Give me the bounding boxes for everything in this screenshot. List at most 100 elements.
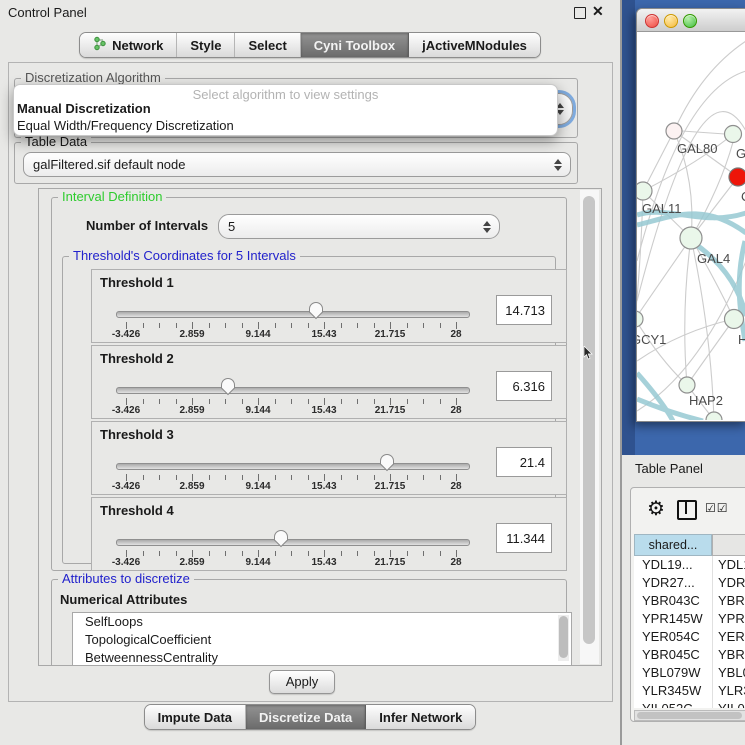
slider-tick [456, 550, 457, 557]
node-gal4[interactable] [680, 227, 702, 249]
slider-tick [242, 399, 243, 404]
network-canvas[interactable]: GAL80 GA C GAL11 GAL4 GCY1 H HAP2 [637, 32, 745, 420]
slider-tick [291, 475, 292, 480]
horizontal-scrollbar-thumb[interactable] [637, 712, 742, 719]
dropdown-option-manual[interactable]: Manual Discretization [17, 101, 151, 116]
slider-tick [275, 323, 276, 328]
gear-icon[interactable]: ⚙ [647, 496, 665, 521]
tab-select[interactable]: Select [235, 33, 300, 57]
slider-tick [324, 474, 325, 481]
slider-thumb[interactable] [220, 377, 236, 396]
threshold-2-slider [126, 377, 456, 399]
threshold-coordinates-group: Threshold's Coordinates for 5 Intervals … [62, 256, 556, 564]
close-icon[interactable]: ✕ [592, 3, 604, 20]
node-red[interactable] [729, 168, 745, 186]
threshold-2-value-field[interactable]: 6.316 [496, 371, 552, 401]
checkbox-columns-icon[interactable]: ☑☑ [705, 501, 729, 515]
number-of-intervals-label: Number of Intervals [86, 218, 208, 233]
table-row[interactable]: YDR27...YDR2 [634, 574, 745, 592]
zoom-traffic-light-icon[interactable] [683, 14, 697, 28]
tab-style[interactable]: Style [177, 33, 235, 57]
cell-shared-name: YDR27... [642, 574, 695, 592]
table-row[interactable]: YBL079WYBL0 [634, 664, 745, 682]
attribute-list-item[interactable]: TopologicalCoefficient [73, 631, 571, 649]
threshold-4-panel: Threshold 4 -3.4262.8599.14415.4321.7152… [91, 497, 567, 571]
slider-thumb[interactable] [273, 529, 289, 548]
attribute-list-item[interactable]: SelfLoops [73, 613, 571, 631]
slider-tick [192, 322, 193, 329]
tab-infer-label: Infer Network [379, 710, 462, 725]
table-row[interactable]: YBR045CYBR0 [634, 646, 745, 664]
number-of-intervals-combobox[interactable]: 5 [218, 214, 500, 239]
slider-tick [423, 323, 424, 328]
network-icon [93, 36, 106, 54]
slider-tick [258, 398, 259, 405]
tab-jactive-label: jActiveMNodules [422, 38, 527, 53]
column-header-name[interactable]: na [712, 534, 745, 556]
panel-scrollbar-track[interactable] [580, 190, 599, 664]
slider-thumb[interactable] [379, 453, 395, 472]
column-header-shared[interactable]: shared... [634, 534, 712, 556]
attribute-list-item[interactable]: BetweennessCentrality [73, 649, 571, 666]
slider-tick [225, 323, 226, 328]
node-gal80[interactable] [666, 123, 682, 139]
network-nodes[interactable] [637, 123, 745, 420]
table-row[interactable]: YER054CYER0 [634, 628, 745, 646]
tab-impute-data[interactable]: Impute Data [145, 705, 246, 729]
node[interactable] [725, 126, 742, 143]
desktop-background: GAL80 GA C GAL11 GAL4 GCY1 H HAP2 [622, 0, 745, 455]
panel-scrollbar-thumb[interactable] [583, 196, 595, 644]
slider-tick [258, 550, 259, 557]
tab-cyni-label: Cyni Toolbox [314, 38, 395, 53]
table-row[interactable]: YIL052CYIL0 [634, 700, 745, 708]
list-scrollbar[interactable] [558, 615, 569, 661]
node-gal11[interactable] [637, 182, 652, 200]
slider-thumb[interactable] [308, 301, 324, 320]
slider-tick [341, 551, 342, 556]
slider-tick [159, 475, 160, 480]
control-panel-titlebar: Control Panel ✕ [0, 0, 620, 24]
cell-name: YBR0 [718, 646, 745, 664]
table-data-title: Table Data [21, 134, 91, 149]
node-gcy1[interactable] [637, 311, 643, 327]
slider-tick [374, 399, 375, 404]
dropdown-option-equal-width[interactable]: Equal Width/Frequency Discretization [17, 118, 234, 133]
cell-shared-name: YIL052C [642, 700, 693, 708]
tab-discretize-data[interactable]: Discretize Data [246, 705, 366, 729]
node[interactable] [725, 310, 744, 329]
dropdown-placeholder: Select algorithm to view settings [14, 87, 557, 102]
float-window-icon[interactable] [574, 7, 586, 19]
slider-tick [324, 398, 325, 405]
column-layout-icon[interactable] [677, 500, 697, 520]
slider-tick-label: -3.426 [112, 557, 140, 568]
threshold-1-slider [126, 301, 456, 323]
slider-tick-labels: -3.4262.8599.14415.4321.71528 [126, 481, 456, 493]
table-row[interactable]: YLR345WYLR3 [634, 682, 745, 700]
tab-jactivemnodules[interactable]: jActiveMNodules [409, 33, 540, 57]
table-data-combobox[interactable]: galFiltered.sif default node [23, 152, 571, 177]
minimize-traffic-light-icon[interactable] [664, 14, 678, 28]
table-toolbar: ⚙ ☑☑ [631, 488, 745, 531]
tab-infer-network[interactable]: Infer Network [366, 705, 475, 729]
cell-name: YBR0 [718, 592, 745, 610]
threshold-1-value-field[interactable]: 14.713 [496, 295, 552, 325]
threshold-3-value-field[interactable]: 21.4 [496, 447, 552, 477]
window-shadow [622, 0, 635, 455]
slider-tick [308, 323, 309, 328]
table-row[interactable]: YDL19...YDL1 [634, 556, 745, 574]
close-traffic-light-icon[interactable] [645, 14, 659, 28]
apply-button[interactable]: Apply [269, 670, 335, 694]
network-window-titlebar[interactable] [637, 9, 745, 32]
table-row[interactable]: YPR145WYPR1 [634, 610, 745, 628]
cell-name: YBL0 [718, 664, 745, 682]
horizontal-scrollbar[interactable] [634, 710, 745, 721]
table-row[interactable]: YBR043CYBR0 [634, 592, 745, 610]
slider-tick [143, 475, 144, 480]
tab-cyni-toolbox[interactable]: Cyni Toolbox [301, 33, 409, 57]
slider-tick [390, 398, 391, 405]
tab-network[interactable]: Network [80, 33, 177, 57]
threshold-4-value-field[interactable]: 11.344 [496, 523, 552, 553]
numerical-attributes-label: Numerical Attributes [60, 592, 187, 607]
slider-tick [126, 550, 127, 557]
node-hap2[interactable] [679, 377, 695, 393]
